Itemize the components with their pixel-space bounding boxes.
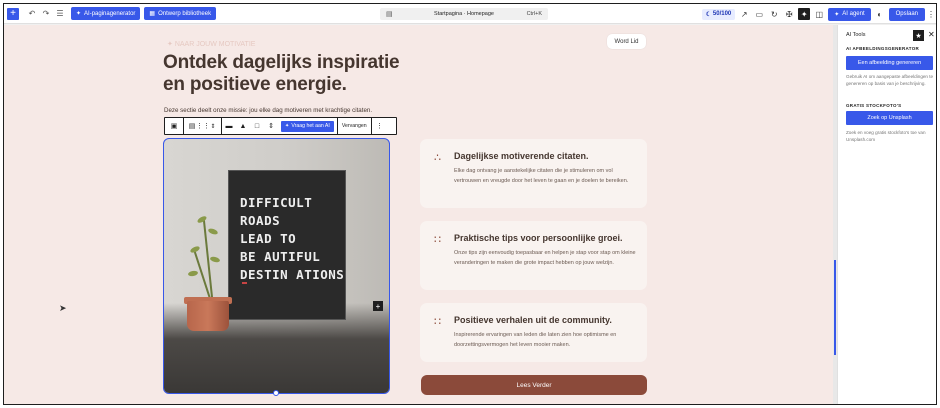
feature-card-text: Elke dag ontvang je aanstekelijke citate… — [454, 168, 629, 184]
image-block[interactable]: DIFFICULT ROADS LEAD TO BE AUTIFUL DESTI… — [163, 138, 390, 394]
sparkle-icon: ✦ — [834, 11, 840, 18]
letterboard-accent — [242, 282, 247, 284]
add-block-inline-button[interactable]: + — [373, 301, 383, 311]
feature-card-title: Praktische tips voor persoonlijke groei. — [454, 233, 623, 243]
sparkle-icon: ✦ — [285, 123, 290, 129]
panel-title: AI Tools — [846, 32, 866, 38]
section-help-text: Gebruik AI om aangepaste afbeeldingen te… — [846, 74, 934, 86]
hero-heading[interactable]: Ontdek dagelijks inspiratie en positieve… — [163, 52, 423, 96]
ai-page-generator-label: AI-paginagenerator — [84, 10, 136, 17]
block-options-icon[interactable]: ⋮ — [372, 118, 388, 134]
star-icon[interactable]: ★ — [913, 30, 924, 41]
section-help-text: Zoek en voeg gratis stockfoto's toe van … — [846, 130, 926, 142]
ask-ai-label: Vraag het aan AI — [291, 123, 330, 129]
close-icon[interactable]: ✕ — [928, 30, 935, 39]
ai-tools-icon[interactable]: ✦ — [798, 8, 811, 20]
undo-icon[interactable]: ↶ — [25, 7, 39, 20]
block-toolbar: ▣ ▤ ⋮⋮ ⇕ ▬ ▲ □ ⇕ ✦ Vraag het aan AI Verv… — [164, 117, 397, 135]
unsplash-search-button[interactable]: Zoek op Unsplash — [846, 111, 933, 125]
design-library-button[interactable]: ▦ Ontwerp bibliotheek — [144, 7, 217, 20]
mouse-cursor-icon: ➤ — [59, 303, 67, 313]
hero-description[interactable]: Deze sectie deelt onze missie: jou elke … — [164, 107, 372, 114]
drag-handle-icon[interactable]: ⋮⋮ — [196, 118, 210, 134]
sparkle-icon: ✦ — [76, 11, 82, 17]
shortcut-hint: Ctrl+K — [526, 11, 542, 17]
member-button[interactable]: Word Lid — [607, 34, 646, 49]
letterboard-line: DIFFICULT — [240, 195, 313, 210]
library-icon: ▦ — [149, 11, 156, 17]
site-logo-text: NAAR JOUW MOTIVATIE — [174, 41, 256, 48]
ai-agent-label: AI agent — [842, 11, 865, 17]
four-circles-icon: ∷ — [434, 234, 441, 246]
triangle-icon[interactable]: ▲ — [236, 118, 250, 134]
top-toolbar: + ↶ ↷ ☰ ✦ AI-paginagenerator ▦ Ontwerp b… — [4, 4, 936, 24]
feature-card[interactable]: ∷ Positieve verhalen uit de community. I… — [420, 303, 647, 362]
design-library-label: Ontwerp bibliotheek — [158, 10, 212, 17]
document-title: Startpagina · Homepage — [434, 11, 494, 17]
letterboard-image: DIFFICULT ROADS LEAD TO BE AUTIFUL DESTI… — [228, 170, 346, 320]
crop-icon[interactable]: □ — [250, 118, 264, 134]
divider — [183, 118, 184, 134]
save-button[interactable]: Opslaan — [888, 7, 925, 21]
ai-agent-button[interactable]: ✦ AI agent — [828, 7, 871, 21]
feature-card[interactable]: ∷ Praktische tips voor persoonlijke groe… — [420, 221, 647, 290]
desktop-preview-icon[interactable]: ▭ — [753, 8, 765, 20]
generate-image-button[interactable]: Een afbeelding genereren — [846, 56, 933, 70]
align-center-icon[interactable]: ▬ — [222, 118, 236, 134]
feature-card[interactable]: ∴ Dagelijkse motiverende citaten. Elke d… — [420, 139, 647, 208]
command-palette-bar[interactable]: ▤ Startpagina · Homepage Ctrl+K — [380, 8, 548, 20]
feature-card-text: Onze tips zijn eenvoudig toepasbaar en h… — [454, 250, 636, 266]
seo-score-value: 50/100 — [712, 11, 732, 17]
contrast-icon[interactable]: ◐ — [874, 8, 886, 20]
ask-ai-button[interactable]: ✦ Vraag het aan AI — [281, 120, 334, 132]
block-type-icon[interactable]: ▣ — [165, 118, 183, 134]
section-label: GRATIS STOCKFOTO'S — [846, 103, 902, 108]
refresh-icon[interactable]: ↻ — [768, 8, 780, 20]
three-circles-icon: ∴ — [434, 152, 441, 164]
editor-window: + ↶ ↷ ☰ ✦ AI-paginagenerator ▦ Ontwerp b… — [3, 3, 937, 405]
add-block-button[interactable]: + — [7, 7, 19, 20]
redo-icon[interactable]: ↷ — [39, 7, 53, 20]
circles-plus-icon: ∷ — [434, 316, 441, 328]
feature-card-text: Inspirerende ervaringen van leden die la… — [454, 332, 617, 348]
replace-button[interactable]: Vervangen — [338, 118, 371, 134]
move-up-down-icon[interactable]: ⇕ — [208, 118, 218, 134]
feature-card-title: Positieve verhalen uit de community. — [454, 315, 612, 325]
seo-score-badge[interactable]: ☾ 50/100 — [701, 8, 736, 20]
editor-canvas[interactable]: ✦ NAAR JOUW MOTIVATIE Word Lid Ontdek da… — [4, 25, 833, 404]
site-logo: ✦ NAAR JOUW MOTIVATIE — [167, 41, 256, 48]
feature-card-title: Dagelijkse motiverende citaten. — [454, 151, 589, 161]
ai-page-generator-button[interactable]: ✦ AI-paginagenerator — [71, 7, 141, 20]
resize-handle[interactable] — [273, 390, 279, 396]
list-view-icon[interactable]: ☰ — [53, 7, 67, 20]
moon-icon: ☾ — [705, 11, 713, 18]
external-link-icon[interactable]: ↗ — [738, 8, 750, 20]
more-options-icon[interactable]: ⋮ — [927, 8, 935, 20]
pin-icon[interactable]: ✠ — [783, 8, 795, 20]
ai-tools-panel: AI Tools ★ ✕ AI AFBEELDINGSGENERATOR Een… — [837, 25, 936, 404]
letterboard-line: LEAD TO — [240, 231, 297, 246]
sidebar-toggle-icon[interactable]: ◫ — [813, 8, 825, 20]
scrollbar-thumb[interactable] — [834, 260, 836, 355]
letterboard-line: DESTIN ATIONS — [240, 267, 345, 282]
letterboard-line: BE AUTIFUL — [240, 249, 321, 264]
resize-icon[interactable]: ⇕ — [264, 118, 278, 134]
letterboard-line: ROADS — [240, 213, 281, 228]
read-more-button[interactable]: Lees Verder — [421, 375, 647, 395]
toolbar-right-group: ☾ 50/100 ↗ ▭ ↻ ✠ ✦ ◫ ✦ AI agent ◐ Opslaa… — [701, 4, 936, 24]
section-label: AI AFBEELDINGSGENERATOR — [846, 46, 920, 51]
